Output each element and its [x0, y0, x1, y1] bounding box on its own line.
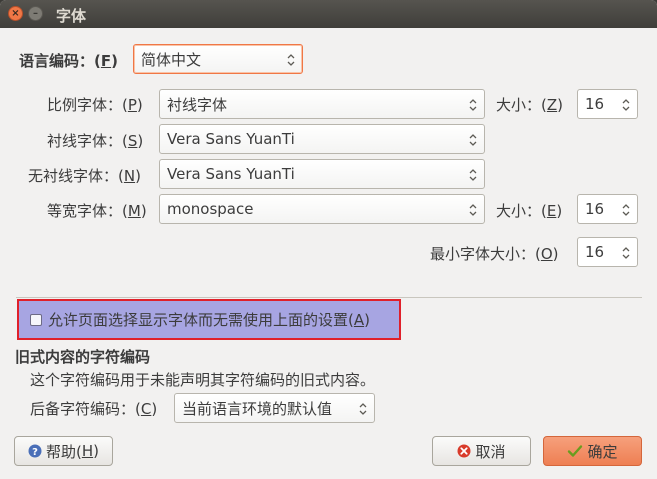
ok-label: 确定: [587, 442, 618, 461]
sans-serif-label-end: ): [135, 167, 141, 185]
language-label: 语言编码：(F): [19, 50, 118, 71]
title-bar: × – 字体: [0, 0, 657, 28]
monospace-label-text: 等宽字体：(: [47, 202, 128, 220]
language-value: 简体中文: [141, 50, 202, 69]
fallback-encoding-select[interactable]: 当前语言环境的默认值: [174, 393, 375, 423]
checkmark-icon: [567, 444, 583, 458]
proportional-value: 衬线字体: [167, 95, 228, 114]
sans-serif-font-select[interactable]: Vera Sans YuanTi: [159, 159, 485, 189]
serif-mnemonic: S: [127, 132, 138, 150]
monospace-label: 等宽字体：(M): [47, 200, 147, 221]
monospace-font-select[interactable]: monospace: [159, 194, 485, 224]
updown-arrows-icon: [359, 403, 367, 415]
cancel-label: 取消: [475, 442, 506, 461]
proportional-size-label-end: ): [557, 96, 563, 114]
checkbox-icon[interactable]: [30, 313, 42, 326]
sans-serif-label: 无衬线字体：(N): [28, 165, 141, 186]
proportional-mnemonic: P: [127, 96, 137, 114]
serif-label-text: 衬线字体：(: [47, 132, 128, 150]
allow-page-fonts-label-text: 允许页面选择显示字体而无需使用上面的设置(: [48, 311, 354, 329]
min-size-label: 最小字体大小：(O): [430, 243, 559, 264]
separator: [16, 297, 642, 298]
window-title: 字体: [56, 7, 87, 25]
serif-font-select[interactable]: Vera Sans YuanTi: [159, 124, 485, 154]
legacy-description: 这个字符编码用于未能声明其字符编码的旧式内容。: [30, 371, 376, 389]
updown-arrows-icon: [469, 169, 477, 181]
proportional-size-label: 大小：(Z): [496, 94, 563, 115]
fallback-encoding-value: 当前语言环境的默认值: [182, 399, 333, 418]
monospace-size-mnemonic: E: [546, 202, 557, 220]
language-mnemonic: F: [100, 52, 112, 70]
updown-arrows-icon: [622, 247, 630, 259]
allow-page-fonts-label-end: ): [364, 311, 370, 329]
updown-arrows-icon: [287, 54, 295, 66]
help-icon: ?: [28, 444, 42, 458]
proportional-size-value: 16: [585, 95, 605, 113]
legacy-heading: 旧式内容的字符编码: [15, 348, 151, 366]
sans-serif-value: Vera Sans YuanTi: [167, 165, 295, 183]
proportional-size-label-text: 大小：(: [496, 96, 547, 114]
min-size-spinner[interactable]: 16: [577, 237, 638, 267]
fallback-mnemonic: C: [140, 400, 152, 418]
min-size-label-end: ): [552, 245, 559, 263]
sans-serif-label-text: 无衬线字体：(: [28, 167, 124, 185]
help-button[interactable]: ? 帮助(H): [14, 436, 113, 466]
language-label-end: ): [111, 52, 118, 70]
help-label-text: 帮助(: [46, 442, 82, 461]
fallback-label-end: ): [151, 400, 158, 418]
monospace-size-spinner[interactable]: 16: [577, 194, 638, 224]
updown-arrows-icon: [622, 204, 630, 216]
proportional-label-text: 比例字体：(: [47, 96, 128, 114]
monospace-size-label-text: 大小：(: [496, 202, 547, 220]
monospace-label-end: ): [140, 202, 147, 220]
updown-arrows-icon: [469, 134, 477, 146]
cancel-button[interactable]: 取消: [432, 436, 531, 466]
help-label-end: ): [93, 442, 99, 460]
svg-text:?: ?: [32, 447, 38, 458]
cancel-icon: [457, 444, 471, 458]
proportional-size-mnemonic: Z: [546, 96, 558, 114]
monospace-size-label-end: ): [556, 202, 563, 220]
sans-serif-mnemonic: N: [123, 167, 136, 185]
allow-page-fonts-mnemonic: A: [353, 311, 365, 329]
proportional-label: 比例字体：(P): [47, 94, 143, 115]
monospace-size-label: 大小：(E): [496, 200, 562, 221]
fallback-encoding-label: 后备字符编码：(C): [30, 398, 157, 419]
help-mnemonic: H: [81, 442, 94, 460]
allow-page-fonts-label: 允许页面选择显示字体而无需使用上面的设置(A): [48, 309, 370, 330]
proportional-label-end: ): [136, 96, 143, 114]
language-label-text: 语言编码：(: [19, 52, 101, 70]
monospace-value: monospace: [167, 200, 254, 218]
proportional-size-spinner[interactable]: 16: [577, 89, 638, 119]
serif-label: 衬线字体：(S): [47, 130, 143, 151]
min-size-label-text: 最小字体大小：(: [430, 245, 541, 263]
monospace-mnemonic: M: [127, 202, 141, 220]
updown-arrows-icon: [469, 204, 477, 216]
proportional-font-select[interactable]: 衬线字体: [159, 89, 485, 119]
fallback-label-text: 后备字符编码：(: [30, 400, 141, 418]
close-icon[interactable]: ×: [8, 6, 23, 21]
language-select[interactable]: 简体中文: [133, 44, 303, 74]
font-dialog: × – 字体 语言编码：(F) 简体中文 比例字体：(P) 衬线字体 大小：(Z…: [0, 0, 657, 479]
ok-button[interactable]: 确定: [543, 436, 642, 466]
serif-label-end: ): [137, 132, 144, 150]
updown-arrows-icon: [622, 99, 630, 111]
serif-value: Vera Sans YuanTi: [167, 130, 295, 148]
allow-page-fonts-checkbox[interactable]: 允许页面选择显示字体而无需使用上面的设置(A): [17, 299, 401, 340]
monospace-size-value: 16: [585, 200, 605, 218]
min-size-mnemonic: O: [540, 245, 553, 263]
min-size-value: 16: [585, 243, 605, 261]
minimize-icon[interactable]: –: [28, 6, 43, 21]
updown-arrows-icon: [469, 99, 477, 111]
